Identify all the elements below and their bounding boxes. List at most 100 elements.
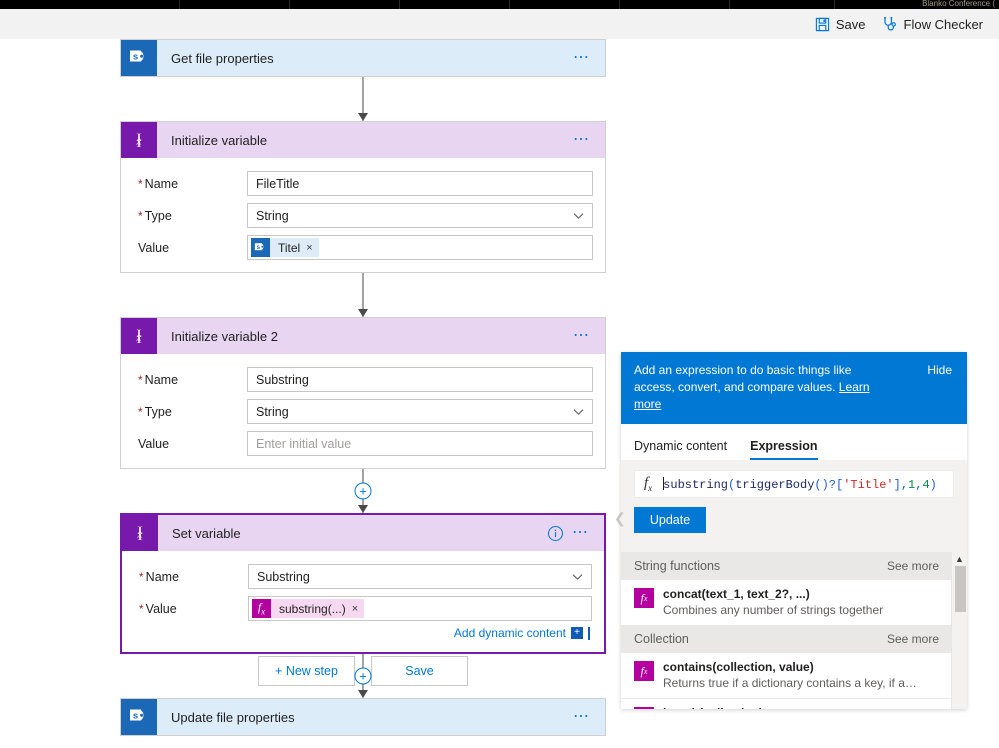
add-dynamic-content-link[interactable]: Add dynamic content + bbox=[134, 626, 592, 640]
see-more-link[interactable]: See more bbox=[887, 632, 939, 646]
field-value: Substring bbox=[257, 569, 310, 584]
tab-segment bbox=[730, 0, 835, 9]
save-command-button[interactable]: Save bbox=[807, 14, 874, 35]
panel-right-gutter bbox=[967, 352, 999, 709]
info-icon[interactable] bbox=[547, 525, 564, 542]
flow-step-initialize-variable-2[interactable]: { x { Initialize variable 2 ⋯ Name Subst… bbox=[120, 317, 606, 469]
function-item-contains[interactable]: fx contains(collection, value) Returns t… bbox=[621, 653, 967, 698]
flow-checker-button[interactable]: Flow Checker bbox=[874, 13, 991, 35]
variable-braces-icon: { x { bbox=[121, 122, 157, 158]
add-dynamic-content-label: Add dynamic content bbox=[453, 626, 566, 640]
remove-chip-icon[interactable]: × bbox=[306, 242, 312, 254]
flow-step-initialize-variable[interactable]: { x { Initialize variable ⋯ Name FileTit… bbox=[120, 121, 606, 273]
new-step-button[interactable]: + New step bbox=[258, 656, 355, 686]
function-signature: length(collection) bbox=[663, 706, 921, 709]
variable-value-input[interactable]: s Titel × bbox=[247, 235, 593, 260]
scroll-up-chevron-icon[interactable]: ▲ bbox=[952, 552, 967, 566]
step-header[interactable]: { x { Initialize variable ⋯ bbox=[121, 122, 605, 158]
fx-icon: fx bbox=[634, 588, 654, 608]
step-header[interactable]: { x { Initialize variable 2 ⋯ bbox=[121, 318, 605, 354]
tab-segment bbox=[620, 0, 730, 9]
chip-label: substring(...) bbox=[279, 601, 346, 616]
variable-type-dropdown[interactable]: String bbox=[247, 203, 593, 228]
step-header[interactable]: s Update file properties ⋯ bbox=[121, 699, 605, 735]
function-item-length[interactable]: fx length(collection) Returns the number… bbox=[621, 698, 967, 709]
expression-token: ()? bbox=[814, 477, 837, 492]
browser-tab-strip: Blanko Conference ( bbox=[0, 0, 999, 9]
chip-content: substring(...) × bbox=[271, 599, 365, 618]
field-label: Type bbox=[133, 209, 247, 223]
remove-chip-icon[interactable]: × bbox=[352, 603, 358, 615]
flow-step-set-variable[interactable]: { x { Set variable ⋯ Name bbox=[120, 513, 606, 654]
field-row-type: Type String bbox=[133, 203, 593, 228]
variable-type-dropdown[interactable]: String bbox=[247, 399, 593, 424]
svg-text:s: s bbox=[133, 51, 138, 62]
step-menu-icon[interactable]: ⋯ bbox=[573, 709, 605, 725]
variable-name-input[interactable]: FileTitle bbox=[247, 171, 593, 196]
function-text: concat(text_1, text_2?, ...) Combines an… bbox=[663, 587, 883, 618]
step-menu-icon[interactable]: ⋯ bbox=[573, 328, 605, 344]
dynamic-content-chip[interactable]: s Titel × bbox=[251, 238, 319, 257]
variable-value-input[interactable]: Enter initial value bbox=[247, 431, 593, 456]
tab-expression[interactable]: Expression bbox=[750, 439, 818, 460]
update-expression-button[interactable]: Update bbox=[634, 507, 706, 533]
chevron-down-icon bbox=[572, 573, 583, 580]
step-title: Get file properties bbox=[171, 50, 274, 66]
step-menu-icon[interactable]: ⋯ bbox=[573, 132, 605, 148]
function-item-concat[interactable]: fx concat(text_1, text_2?, ...) Combines… bbox=[621, 580, 967, 625]
fx-icon: fx bbox=[252, 599, 271, 618]
collapse-panel-chevron-icon[interactable]: ❮ bbox=[614, 507, 626, 529]
tab-segment bbox=[510, 0, 620, 9]
step-header[interactable]: s Get file properties ⋯ bbox=[121, 40, 605, 76]
banner-line-2: convert, and compare values. bbox=[678, 380, 836, 394]
sharepoint-icon: s bbox=[121, 699, 157, 735]
function-text: length(collection) Returns the number of… bbox=[663, 706, 921, 709]
connector-3: + bbox=[120, 469, 606, 513]
step-header[interactable]: { x { Set variable ⋯ bbox=[122, 515, 604, 551]
panel-info-banner: Add an expression to do basic things lik… bbox=[621, 352, 967, 424]
set-variable-name-dropdown[interactable]: Substring bbox=[248, 564, 592, 589]
new-step-label: + New step bbox=[275, 664, 338, 678]
step-body: Name Substring Value bbox=[122, 551, 604, 652]
variable-braces-icon: { x { bbox=[122, 515, 158, 551]
fx-icon: fx bbox=[634, 661, 654, 681]
expression-token: , bbox=[900, 477, 909, 492]
see-more-link[interactable]: See more bbox=[887, 559, 939, 573]
field-label: Name bbox=[134, 570, 248, 584]
group-name: Collection bbox=[634, 632, 689, 646]
step-title: Initialize variable bbox=[171, 132, 268, 148]
tab-dynamic-content[interactable]: Dynamic content bbox=[634, 439, 727, 460]
function-list-scrollbar[interactable]: ▲ bbox=[951, 552, 967, 709]
step-menu-icon[interactable]: ⋯ bbox=[572, 525, 604, 541]
insert-step-button[interactable]: + bbox=[354, 667, 372, 685]
field-label: Value bbox=[138, 436, 170, 451]
save-flow-button[interactable]: Save bbox=[371, 656, 468, 686]
expression-input[interactable]: fx substring(triggerBody()?['Title'],1,4… bbox=[634, 470, 954, 498]
expression-chip[interactable]: fx substring(...) × bbox=[252, 599, 365, 618]
expression-token: triggerBody bbox=[735, 477, 815, 492]
svg-text:{: { bbox=[136, 525, 144, 542]
insert-step-button[interactable]: + bbox=[354, 482, 372, 500]
flow-step-get-file-properties[interactable]: s Get file properties ⋯ bbox=[120, 39, 606, 77]
field-row-name: Name Substring bbox=[134, 564, 592, 589]
scrollbar-thumb[interactable] bbox=[955, 566, 966, 612]
variable-name-input[interactable]: Substring bbox=[247, 367, 593, 392]
field-placeholder: Enter initial value bbox=[256, 436, 352, 451]
function-signature: concat(text_1, text_2?, ...) bbox=[663, 587, 810, 601]
variable-braces-icon: { x { bbox=[121, 318, 157, 354]
step-menu-icon[interactable]: ⋯ bbox=[573, 50, 605, 66]
svg-text:{: { bbox=[135, 328, 143, 345]
svg-text:{: { bbox=[135, 132, 143, 149]
set-variable-value-input[interactable]: fx substring(...) × bbox=[248, 596, 592, 621]
function-group-header-collection: Collection See more bbox=[621, 625, 967, 653]
chevron-down-icon bbox=[573, 212, 584, 219]
expression-token: 4 bbox=[922, 477, 930, 492]
function-signature: contains(collection, value) bbox=[663, 660, 814, 674]
panel-tabs: Dynamic content Expression bbox=[621, 424, 967, 460]
connector-arrow-icon bbox=[358, 505, 368, 513]
hide-banner-button[interactable]: Hide bbox=[927, 362, 952, 379]
function-list[interactable]: String functions See more fx concat(text… bbox=[621, 552, 967, 709]
expression-editor-area: fx substring(triggerBody()?['Title'],1,4… bbox=[621, 460, 967, 543]
expression-text: substring(triggerBody()?['Title'],1,4) bbox=[663, 476, 937, 492]
flow-step-update-file-properties[interactable]: s Update file properties ⋯ bbox=[120, 698, 606, 736]
